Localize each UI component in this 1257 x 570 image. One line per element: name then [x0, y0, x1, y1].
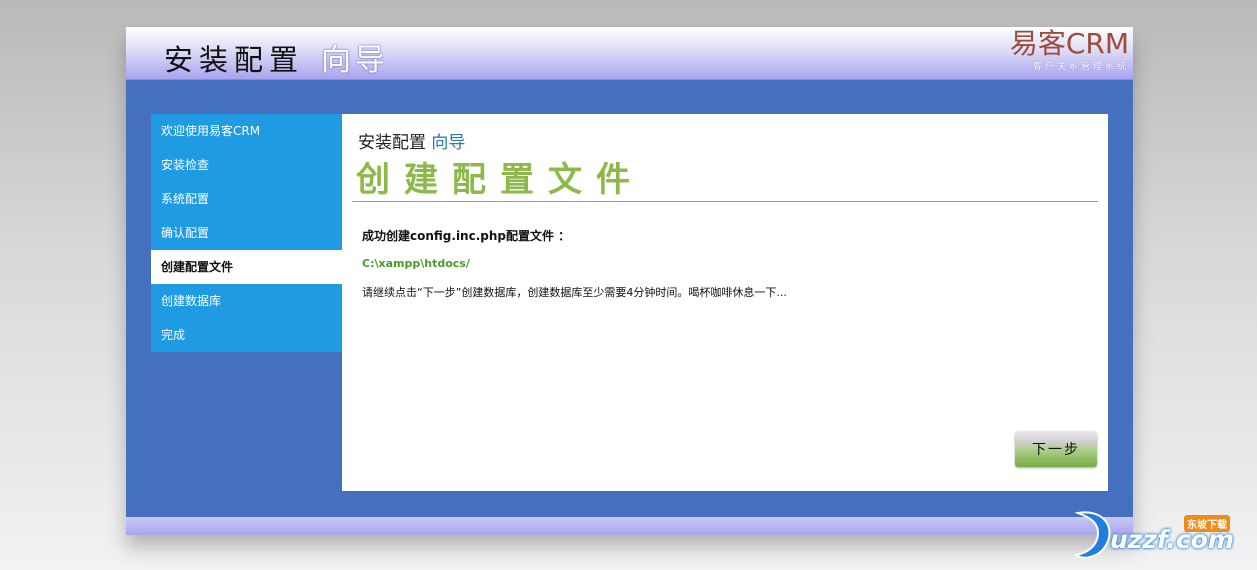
sidebar-item-create-database[interactable]: 创建数据库: [151, 284, 342, 318]
site-watermark: 东坡下载 uzzf.com: [1072, 505, 1252, 565]
brand-logo: 易客CRM 客户关系管理系统: [1009, 27, 1129, 73]
step-sidebar: 欢迎使用易客CRM 安装检查 系统配置 确认配置 创建配置文件 创建数据库 完成: [151, 114, 342, 352]
panel-subtitle-accent: 向导: [431, 133, 466, 153]
next-step-hint: 请继续点击“下一步”创建数据库，创建数据库至少需要4分钟时间。喝杯咖啡休息一下.…: [362, 286, 787, 299]
brand-name: 易客CRM: [1009, 27, 1129, 60]
header-title-accent: 向导: [321, 43, 389, 78]
sidebar-item-finish[interactable]: 完成: [151, 318, 342, 352]
title-divider: [352, 201, 1098, 202]
brand-subtitle: 客户关系管理系统: [1032, 62, 1129, 72]
page-title: 创建配置文件: [356, 160, 644, 200]
sidebar-item-create-config-file[interactable]: 创建配置文件: [151, 250, 342, 284]
footer-band: [126, 517, 1133, 535]
sidebar-item-system-config[interactable]: 系统配置: [151, 182, 342, 216]
config-path: C:\xampp\htdocs/: [362, 257, 470, 270]
watermark-text: uzzf.com: [1110, 525, 1234, 554]
sidebar-item-welcome[interactable]: 欢迎使用易客CRM: [151, 114, 342, 148]
content-panel: 安装配置 向导 创建配置文件 成功创建config.inc.php配置文件 ： …: [342, 114, 1108, 491]
header-title: 安装配置: [164, 43, 305, 77]
success-message: 成功创建config.inc.php配置文件 ：: [362, 229, 571, 243]
next-button[interactable]: 下一步: [1015, 431, 1097, 467]
panel-subtitle: 安装配置 向导: [358, 128, 465, 153]
sidebar-item-confirm-config[interactable]: 确认配置: [151, 216, 342, 250]
header-bar: 安装配置 向导 易客CRM 客户关系管理系统: [126, 27, 1133, 80]
installer-window: 安装配置 向导 易客CRM 客户关系管理系统 欢迎使用易客CRM 安装检查 系统…: [126, 27, 1133, 535]
panel-subtitle-main: 安装配置: [358, 133, 426, 153]
sidebar-item-install-check[interactable]: 安装检查: [151, 148, 342, 182]
